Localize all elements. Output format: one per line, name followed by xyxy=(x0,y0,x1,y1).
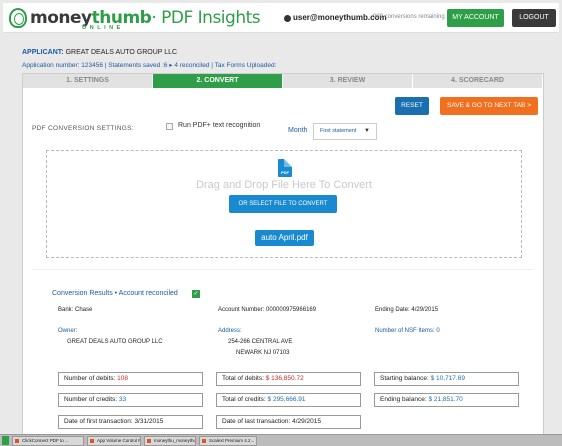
pdf-icon-text: PDF xyxy=(281,170,289,175)
caret-down-icon: ▼ xyxy=(364,128,370,134)
ocr-label[interactable]: Run PDF+ text recognition xyxy=(178,122,260,129)
debits-label: Number of debits: xyxy=(64,375,116,382)
app-window: moneythumb· PDF Insights ONLINE user@mon… xyxy=(0,0,562,446)
debits-count-box: Number of debits: 108 xyxy=(58,372,203,386)
total-debits-value: $ 136,850.72 xyxy=(265,375,304,382)
address-line2: NEWARK NJ 07103 xyxy=(236,350,290,356)
conversion-results-title: Conversion Results • Account reconciled xyxy=(52,290,178,297)
tab-review[interactable]: 3. REVIEW xyxy=(283,74,413,88)
application-info[interactable]: Application number: 123456 | Statements … xyxy=(22,61,276,69)
logout-button[interactable]: LOGOUT xyxy=(512,9,556,27)
user-icon xyxy=(284,15,291,22)
start-icon[interactable] xyxy=(2,436,9,445)
logo: moneythumb· PDF Insights xyxy=(30,8,261,28)
taskbar-item[interactable]: App Volume Control P... xyxy=(87,436,141,446)
owner-value: GREAT DEALS AUTO GROUP LLC xyxy=(67,339,163,345)
ending-label: Ending balance: xyxy=(380,396,427,403)
conversions-remaining: 989 conversions remaining xyxy=(373,14,445,20)
ocr-checkbox[interactable] xyxy=(166,123,173,130)
ending-balance-box: Ending balance: $ 21,851.70 xyxy=(374,393,519,407)
first-transaction-box: Date of first transaction: 3/31/2015 xyxy=(58,415,203,429)
applicant-name: GREAT DEALS AUTO GROUP LLC xyxy=(65,49,178,56)
bank-name: Bank: Chase xyxy=(58,307,93,313)
tab-convert[interactable]: 2. CONVERT xyxy=(153,74,283,88)
save-next-button[interactable]: SAVE & GO TO NEXT TAB > xyxy=(440,97,538,115)
uploaded-file-chip[interactable]: auto April.pdf xyxy=(255,230,314,246)
step-tabs: 1. SETTINGS 2. CONVERT 3. REVIEW 4. SCOR… xyxy=(23,74,543,88)
divider xyxy=(32,269,534,270)
address-label: Address: xyxy=(218,328,242,334)
main-panel: 1. SETTINGS 2. CONVERT 3. REVIEW 4. SCOR… xyxy=(22,73,544,446)
applicant-line: APPLICANT: GREAT DEALS AUTO GROUP LLC xyxy=(22,49,177,56)
taskbar-item[interactable]: Scalext Premium 4.2... xyxy=(199,436,257,446)
ending-value: $ 21,851.70 xyxy=(428,396,463,403)
pdf-settings-label: PDF CONVERSION SETTINGS: xyxy=(32,125,134,132)
drop-zone-text: Drag and Drop File Here To Convert xyxy=(196,179,372,191)
debits-value: 108 xyxy=(117,375,128,382)
credits-value: 33 xyxy=(118,396,127,403)
os-taskbar: ClickConnect PDF to ... App Volume Contr… xyxy=(0,434,562,446)
total-credits-label: Total of credits: xyxy=(222,396,266,403)
month-label: Month xyxy=(288,127,308,134)
starting-balance-box: Starting balance: $ 10,717.69 xyxy=(374,372,519,386)
last-transaction-box: Date of last transaction: 4/29/2015 xyxy=(216,415,361,429)
applicant-label: APPLICANT: xyxy=(22,49,64,56)
nsf-items: Number of NSF Items: 0 xyxy=(375,328,440,334)
tab-scorecard[interactable]: 4. SCORECARD xyxy=(413,74,543,88)
address-line1: 254-266 CENTRAL AVE xyxy=(228,339,293,345)
credits-label: Number of credits: xyxy=(64,396,118,403)
reconciled-check-icon: ✓ xyxy=(192,290,200,298)
account-number: Account Number: 000000975966169 xyxy=(218,307,317,313)
top-header: moneythumb· PDF Insights ONLINE user@mon… xyxy=(3,3,559,33)
file-drop-zone[interactable]: PDF Drag and Drop File Here To Convert O… xyxy=(46,150,522,258)
total-debits-box: Total of debits: $ 136,850.72 xyxy=(216,372,361,386)
credits-count-box: Number of credits: 33 xyxy=(58,393,203,407)
reset-button[interactable]: RESET xyxy=(395,97,429,115)
tab-settings[interactable]: 1. SETTINGS xyxy=(23,74,153,88)
month-select-value: First statement xyxy=(320,128,357,134)
taskbar-item[interactable]: moneythu_moneythu... xyxy=(144,436,196,446)
starting-value: $ 10,717.69 xyxy=(430,375,465,382)
starting-label: Starting balance: xyxy=(380,375,429,382)
pdf-file-icon: PDF xyxy=(278,159,292,177)
my-account-button[interactable]: MY ACCOUNT xyxy=(447,9,504,27)
logo-product: · PDF Insights xyxy=(151,8,261,28)
total-debits-label: Total of debits: xyxy=(222,375,264,382)
select-file-button[interactable]: OR SELECT FILE TO CONVERT xyxy=(229,195,337,213)
total-credits-box: Total of credits: $ 295,666.91 xyxy=(216,393,361,407)
owner-label: Owner: xyxy=(58,328,78,334)
logo-subtitle: ONLINE xyxy=(82,25,124,31)
total-credits-value: $ 295,666.91 xyxy=(267,396,306,403)
month-select[interactable]: First statement ▼ xyxy=(313,123,377,140)
ending-date: Ending Date: 4/29/2015 xyxy=(375,307,439,313)
thumbprint-logo-icon xyxy=(9,8,27,28)
taskbar-item[interactable]: ClickConnect PDF to ... xyxy=(12,436,84,446)
